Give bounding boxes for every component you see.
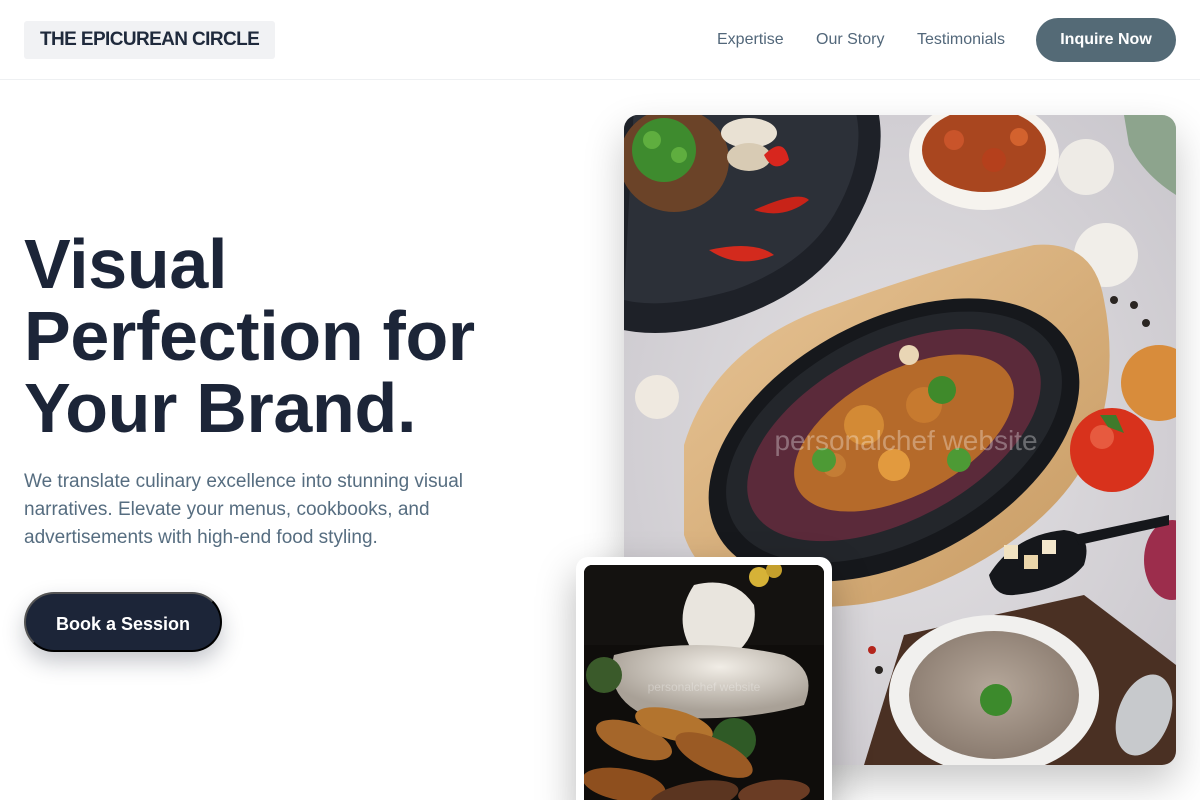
hero-subtitle: We translate culinary excellence into st… <box>24 468 504 552</box>
hero-headline: Visual Perfection for Your Brand. <box>24 228 544 444</box>
site-logo[interactable]: THE EPICUREAN CIRCLE <box>24 21 276 59</box>
headline-line: Visual <box>24 225 228 303</box>
secondary-food-photo: personalchef website <box>584 565 824 800</box>
nav-link-expertise[interactable]: Expertise <box>717 30 784 50</box>
headline-line: Perfection for <box>24 297 475 375</box>
secondary-photo-card: personalchef website <box>576 557 832 800</box>
secondary-photo-watermark: personalchef website <box>648 680 761 694</box>
subtitle-line: narratives. Elevate your menus, cookbook… <box>24 499 430 520</box>
subtitle-line: We translate culinary excellence into st… <box>24 471 463 492</box>
nav-link-our-story[interactable]: Our Story <box>816 30 884 50</box>
inquire-now-button[interactable]: Inquire Now <box>1036 18 1176 62</box>
subtitle-line: advertisements with high-end food stylin… <box>24 527 378 548</box>
nav-link-testimonials[interactable]: Testimonials <box>917 30 1005 50</box>
book-session-button[interactable]: Book a Session <box>24 592 222 652</box>
site-header: THE EPICUREAN CIRCLE Expertise Our Story… <box>0 0 1200 80</box>
headline-line: Your Brand. <box>24 369 417 447</box>
main-photo-watermark: personalchef website <box>774 425 1037 456</box>
